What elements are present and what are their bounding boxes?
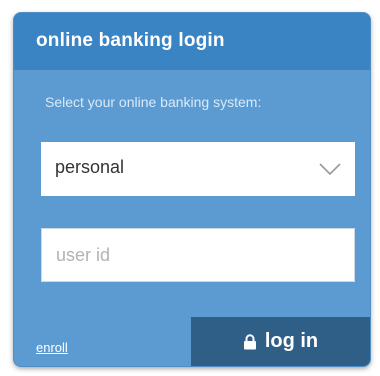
card-title: online banking login	[36, 30, 225, 51]
enroll-link[interactable]: enroll	[36, 340, 68, 355]
card-header: online banking login	[14, 13, 370, 70]
chevron-down-icon	[319, 163, 341, 175]
banking-system-select-value: personal	[55, 157, 125, 177]
user-id-input[interactable]	[41, 228, 355, 282]
login-button[interactable]: log in	[191, 317, 370, 366]
login-button-label: log in	[264, 330, 319, 352]
system-select-instruction: Select your online banking system:	[45, 94, 262, 110]
login-card: online banking login Select your online …	[14, 13, 370, 366]
banking-system-select[interactable]: personal	[41, 142, 355, 196]
lock-icon	[243, 333, 256, 349]
